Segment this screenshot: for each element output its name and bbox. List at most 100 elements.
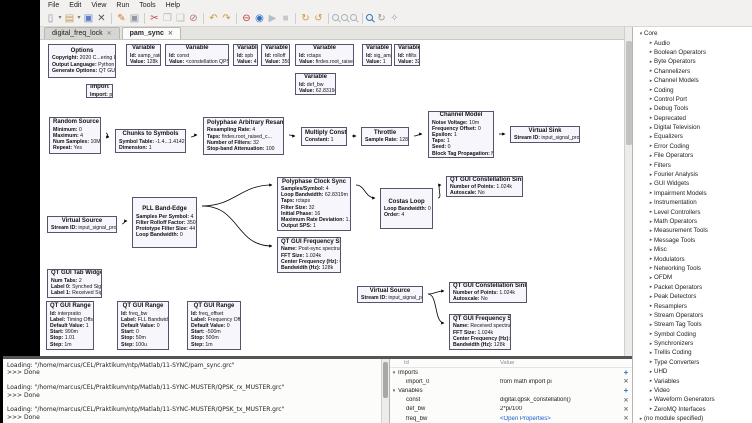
menu-help[interactable]: Help xyxy=(161,2,185,9)
port-complex-in[interactable] xyxy=(510,132,511,139)
tree-item[interactable]: ▸Control Port xyxy=(633,95,752,104)
port-complex-in[interactable] xyxy=(361,134,362,141)
tree-item[interactable]: ▸Peak Detectors xyxy=(633,292,752,301)
block-virtual-source-bottom[interactable]: Virtual SourceStream IDinput_signal_prob… xyxy=(357,286,423,303)
zoom-fit-button[interactable] xyxy=(350,14,359,23)
block-variable-rctaps[interactable]: VariableIdrctapsValuefirdes.root_raised_… xyxy=(295,44,354,66)
port-complex-out[interactable] xyxy=(283,133,284,140)
port-complex-out[interactable] xyxy=(350,183,351,190)
port-complex-out[interactable] xyxy=(408,134,409,141)
port-complex-out[interactable] xyxy=(116,222,117,229)
zoom-in-button[interactable] xyxy=(332,14,341,23)
close-button[interactable]: ✕ xyxy=(95,12,108,25)
redo-button[interactable]: ↷ xyxy=(220,12,233,25)
tree-item[interactable]: ▸Error Coding xyxy=(633,142,752,151)
delete-button[interactable]: ✕ xyxy=(620,378,632,385)
block-variable-spb[interactable]: VariableIdspbValue4 xyxy=(233,44,258,66)
generate-button[interactable]: ◉ xyxy=(253,12,266,25)
block-options[interactable]: OptionsCopyright2020 C...ering LabOutput… xyxy=(48,44,116,78)
tab-pam-sync[interactable]: pam_sync ✕ xyxy=(122,27,181,39)
block-qt-gui-tab-widget[interactable]: QT GUI Tab WidgetNum Tabs2Label 0Synched… xyxy=(47,269,102,298)
port-complex-in[interactable] xyxy=(428,132,429,139)
annotate-button[interactable]: ✎ xyxy=(115,12,128,25)
menu-edit[interactable]: Edit xyxy=(64,2,86,9)
port-msg-out[interactable] xyxy=(340,257,341,262)
port-msg-in[interactable] xyxy=(380,213,381,218)
block-qt-gui-range-freq-bw[interactable]: QT GUI RangeIdfreq_bwLabelFLL BandwidthD… xyxy=(117,301,169,350)
block-costas-loop[interactable]: Costas LoopLoop Bandwidth0Order4 xyxy=(380,188,433,229)
tree-item[interactable]: ▸Symbol Coding xyxy=(633,330,752,339)
tree-item[interactable]: ▸Math Operators xyxy=(633,217,752,226)
block-channel-model[interactable]: Channel ModelNoise Voltage10mFrequency O… xyxy=(428,111,494,158)
tree-item[interactable]: ▸Networking Tools xyxy=(633,264,752,273)
block-virtual-source[interactable]: Virtual SourceStream IDinput_signal_prob… xyxy=(47,216,117,233)
delete-button[interactable]: ✕ xyxy=(620,406,632,413)
tree-item[interactable]: ▸Fourier Analysis xyxy=(633,170,752,179)
paste-button[interactable]: ❑ xyxy=(174,12,187,25)
tree-item[interactable]: ▸Modulators xyxy=(633,254,752,263)
tree-item-no-module[interactable]: ▸ (no module specified) xyxy=(633,414,752,423)
tree-item[interactable]: ▸Channelizers xyxy=(633,67,752,76)
block-random-source[interactable]: Random SourceMinimum0Maximum4Num Samples… xyxy=(49,117,101,154)
screenshot-button[interactable]: ▣ xyxy=(128,12,141,25)
menu-tools[interactable]: Tools xyxy=(134,2,160,9)
collapse-arrow-icon[interactable]: ▾ xyxy=(390,388,398,394)
cut-button[interactable]: ✂ xyxy=(148,12,161,25)
menu-view[interactable]: View xyxy=(86,2,111,9)
port-msg-in[interactable] xyxy=(277,207,278,212)
menu-run[interactable]: Run xyxy=(111,2,134,9)
tree-item[interactable]: ▸UHD xyxy=(633,367,752,376)
port-float-out[interactable] xyxy=(196,239,197,246)
scrollbar-thumb[interactable] xyxy=(383,362,388,398)
port-float-out[interactable] xyxy=(196,215,197,222)
port-complex-out[interactable] xyxy=(346,134,347,141)
tree-item[interactable]: ▸Packet Operators xyxy=(633,283,752,292)
inspector-row[interactable]: constdigital.qpsk_constellation()✕ xyxy=(390,396,632,405)
block-variable-rolloff[interactable]: VariableIdrolloffValue350m xyxy=(261,44,290,66)
block-qt-gui-range-interpratio[interactable]: QT GUI RangeIdinterpratioLabelTiming Off… xyxy=(46,301,94,350)
block-multiply-const[interactable]: Multiply ConstConstant1 xyxy=(301,127,347,146)
tree-item[interactable]: ▸GUI Widgets xyxy=(633,179,752,188)
delete-button[interactable]: ✕ xyxy=(620,415,632,422)
port-msg-in[interactable] xyxy=(449,334,450,339)
errors-button[interactable]: ⊘ xyxy=(187,12,200,25)
block-polyphase-clock-sync[interactable]: Polyphase Clock SyncSamples/Symbol4Loop … xyxy=(277,177,351,231)
port-complex-in[interactable] xyxy=(132,219,133,226)
tree-item[interactable]: ▸Level Controllers xyxy=(633,207,752,216)
tree-item[interactable]: ▸Type Converters xyxy=(633,358,752,367)
tree-item[interactable]: ▸Instrumentation xyxy=(633,198,752,207)
block-import[interactable]: ImportImportpi xyxy=(86,84,113,98)
port-complex-out[interactable] xyxy=(196,204,197,211)
reload-button[interactable]: ↻ xyxy=(299,12,312,25)
port-complex-out[interactable] xyxy=(432,195,433,202)
copy-button[interactable]: ❐ xyxy=(161,12,174,25)
tree-item[interactable]: ▸Trellis Coding xyxy=(633,348,752,357)
block-variable-nfilts[interactable]: VariableIdnfiltsValue32 xyxy=(394,44,420,66)
port-msg-in[interactable] xyxy=(277,257,278,262)
tree-item[interactable]: ▸Measurement Tools xyxy=(633,226,752,235)
port-float-out[interactable] xyxy=(350,195,351,202)
block-throttle[interactable]: ThrottleSample Rate128k xyxy=(361,127,409,146)
inspector-row[interactable]: freq_bw<Open Properties>✕ xyxy=(390,414,632,423)
block-virtual-sink[interactable]: Virtual SinkStream IDinput_signal_probe xyxy=(510,126,580,143)
block-pll-band-edge[interactable]: PLL Band-EdgeSamples Per Symbol4Filter R… xyxy=(132,197,197,248)
tree-item[interactable]: ▸Coding xyxy=(633,85,752,94)
keyboard-shortcuts-button[interactable]: ✧ xyxy=(388,12,401,25)
flowgraph-reload-button[interactable]: ↺ xyxy=(312,12,325,25)
console-scrollbar[interactable] xyxy=(381,359,389,423)
port-complex-in[interactable] xyxy=(380,195,381,202)
tree-item[interactable]: ▸Stream Operators xyxy=(633,311,752,320)
inspector-group-row[interactable]: ▾Imports+ xyxy=(390,368,632,377)
inspector-group-row[interactable]: ▾Variables+ xyxy=(390,386,632,395)
block-variable-def-bw[interactable]: VariableIddef_bwValue62.8319m xyxy=(295,73,336,95)
tab-digital-freq-lock[interactable]: digital_freq_lock ✕ xyxy=(44,27,120,39)
save-button[interactable]: ▣ xyxy=(82,12,95,25)
port-float-out[interactable] xyxy=(432,219,433,226)
block-variable-const[interactable]: VariableIdconstValue<constellation QPSK> xyxy=(165,44,229,66)
tree-item[interactable]: ▸Audio xyxy=(633,38,752,47)
tree-item[interactable]: ▸Message Tools xyxy=(633,236,752,245)
tree-item[interactable]: ▸OFDM xyxy=(633,273,752,282)
flowgraph-canvas[interactable]: OptionsCopyright2020 C...ering LabOutput… xyxy=(40,40,624,356)
port-msg-out[interactable] xyxy=(185,147,186,152)
port-complex-in[interactable] xyxy=(449,321,450,328)
